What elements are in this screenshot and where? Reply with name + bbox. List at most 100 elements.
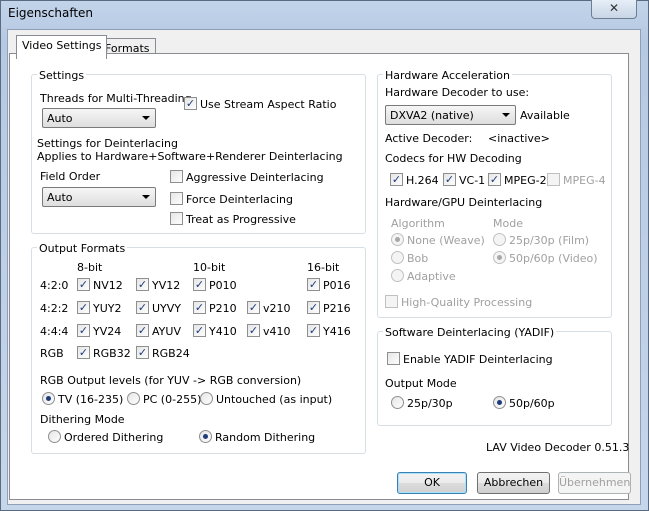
hq-processing-checkbox[interactable] (385, 295, 398, 308)
yv24-checkbox[interactable]: ✓ (77, 324, 90, 337)
y410-checkbox[interactable]: ✓ (193, 324, 206, 337)
threads-select[interactable]: Auto (42, 108, 156, 128)
random-dithering-radio[interactable] (199, 430, 212, 443)
tv-levels-label: TV (16-235) (58, 393, 124, 406)
hw-decoder-select-value: DXVA2 (native) (390, 109, 474, 122)
p210-checkbox[interactable]: ✓ (193, 301, 206, 314)
weave-label: None (Weave) (407, 234, 485, 247)
row-422-label: 4:2:2 (40, 302, 69, 315)
p010-checkbox[interactable]: ✓ (193, 278, 206, 291)
cancel-button[interactable]: Abbrechen (477, 472, 550, 494)
hq-processing-label: High-Quality Processing (401, 296, 533, 309)
hw-available-status: Available (520, 109, 570, 122)
rgb32-checkbox[interactable]: ✓ (77, 346, 90, 359)
yv24-label: YV24 (93, 325, 122, 338)
video-mode-radio[interactable] (493, 251, 506, 264)
hw-deint-label: Hardware/GPU Deinterlacing (385, 196, 543, 209)
film-mode-radio[interactable] (493, 233, 506, 246)
radio-selected-dot (497, 400, 502, 405)
tab-video-settings[interactable]: Video Settings (16, 35, 108, 59)
yadif-25p-label: 25p/30p (407, 397, 453, 410)
p016-checkbox[interactable]: ✓ (307, 278, 320, 291)
rgb24-checkbox[interactable]: ✓ (136, 346, 149, 359)
output-formats-title: Output Formats (37, 242, 128, 255)
yv12-checkbox[interactable]: ✓ (136, 278, 149, 291)
weave-radio[interactable] (391, 233, 404, 246)
y410-label: Y410 (209, 325, 237, 338)
p216-checkbox[interactable]: ✓ (307, 301, 320, 314)
force-deint-label: Force Deinterlacing (186, 193, 293, 206)
yadif-title: Software Deinterlacing (YADIF) (383, 326, 557, 339)
treat-progressive-label: Treat as Progressive (186, 213, 296, 226)
chevron-down-icon (142, 195, 150, 199)
nv12-checkbox[interactable]: ✓ (77, 278, 90, 291)
v410-checkbox[interactable]: ✓ (247, 324, 260, 337)
tv-levels-radio[interactable] (42, 392, 55, 405)
force-deint-checkbox[interactable] (170, 192, 183, 205)
treat-progressive-checkbox[interactable] (170, 212, 183, 225)
adaptive-radio[interactable] (391, 269, 404, 282)
window-title: Eigenschaften (8, 6, 94, 20)
adaptive-label: Adaptive (407, 270, 456, 283)
yadif-output-mode-label: Output Mode (385, 377, 457, 390)
pc-levels-radio[interactable] (127, 392, 140, 405)
v210-label: v210 (263, 302, 291, 315)
apply-button[interactable]: Übernehmen (558, 472, 631, 494)
stream-aspect-label: Use Stream Aspect Ratio (200, 98, 337, 111)
close-button[interactable]: ✕ (591, 0, 637, 19)
y416-checkbox[interactable]: ✓ (307, 324, 320, 337)
p010-label: P010 (209, 279, 237, 292)
deint-settings-note: Applies to Hardware+Software+Renderer De… (37, 150, 343, 163)
film-mode-label: 25p/30p (Film) (509, 234, 590, 247)
bob-label: Bob (407, 252, 429, 265)
uyvy-checkbox[interactable]: ✓ (136, 301, 149, 314)
ordered-dithering-radio[interactable] (48, 430, 61, 443)
row-420-label: 4:2:0 (40, 279, 69, 292)
stream-aspect-checkbox[interactable]: ✓ (184, 97, 197, 110)
v410-label: v410 (263, 325, 291, 338)
yadif-25p-radio[interactable] (391, 396, 404, 409)
yuy2-checkbox[interactable]: ✓ (77, 301, 90, 314)
v210-checkbox[interactable]: ✓ (247, 301, 260, 314)
enable-yadif-checkbox[interactable] (387, 352, 400, 365)
ayuv-label: AYUV (152, 325, 181, 338)
rgb24-label: RGB24 (152, 347, 190, 360)
aggressive-deint-label: Aggressive Deinterlacing (186, 171, 324, 184)
version-label: LAV Video Decoder 0.51.3 (486, 441, 630, 454)
uyvy-label: UYVY (152, 302, 182, 315)
y416-label: Y416 (323, 325, 351, 338)
vc1-checkbox[interactable]: ✓ (443, 173, 456, 186)
field-order-select-value: Auto (47, 191, 73, 204)
dithering-mode-label: Dithering Mode (40, 413, 125, 426)
mpeg4-checkbox[interactable] (547, 173, 560, 186)
h264-checkbox[interactable]: ✓ (390, 173, 403, 186)
hw-decoder-label: Hardware Decoder to use: (385, 86, 530, 99)
hw-decoder-select[interactable]: DXVA2 (native) (385, 105, 516, 125)
yuy2-label: YUY2 (93, 302, 122, 315)
settings-group-title: Settings (37, 69, 87, 82)
ok-button[interactable]: OK (397, 472, 467, 494)
untouched-levels-radio[interactable] (200, 392, 213, 405)
hw-codecs-label: Codecs for HW Decoding (385, 152, 522, 165)
close-icon: ✕ (608, 1, 620, 15)
col-16bit-label: 16-bit (307, 261, 340, 274)
radio-selected-dot (395, 237, 400, 242)
aggressive-deint-checkbox[interactable] (170, 170, 183, 183)
rgb32-label: RGB32 (93, 347, 131, 360)
field-order-select[interactable]: Auto (42, 187, 156, 207)
ayuv-checkbox[interactable]: ✓ (136, 324, 149, 337)
chevron-down-icon (502, 113, 510, 117)
rgb-levels-label: RGB Output levels (for YUV -> RGB conver… (40, 374, 302, 387)
active-decoder-value: <inactive> (488, 132, 550, 145)
ordered-dithering-label: Ordered Dithering (64, 431, 164, 444)
bob-radio[interactable] (391, 251, 404, 264)
video-mode-label: 50p/60p (Video) (509, 252, 598, 265)
random-dithering-label: Random Dithering (215, 431, 316, 444)
col-10bit-label: 10-bit (193, 261, 226, 274)
vc1-label: VC-1 (459, 174, 486, 187)
chevron-down-icon (142, 116, 150, 120)
deint-settings-title: Settings for Deinterlacing (37, 137, 178, 150)
mpeg2-checkbox[interactable]: ✓ (488, 173, 501, 186)
threads-label: Threads for Multi-Threading (40, 92, 192, 105)
yadif-50p-radio[interactable] (493, 396, 506, 409)
